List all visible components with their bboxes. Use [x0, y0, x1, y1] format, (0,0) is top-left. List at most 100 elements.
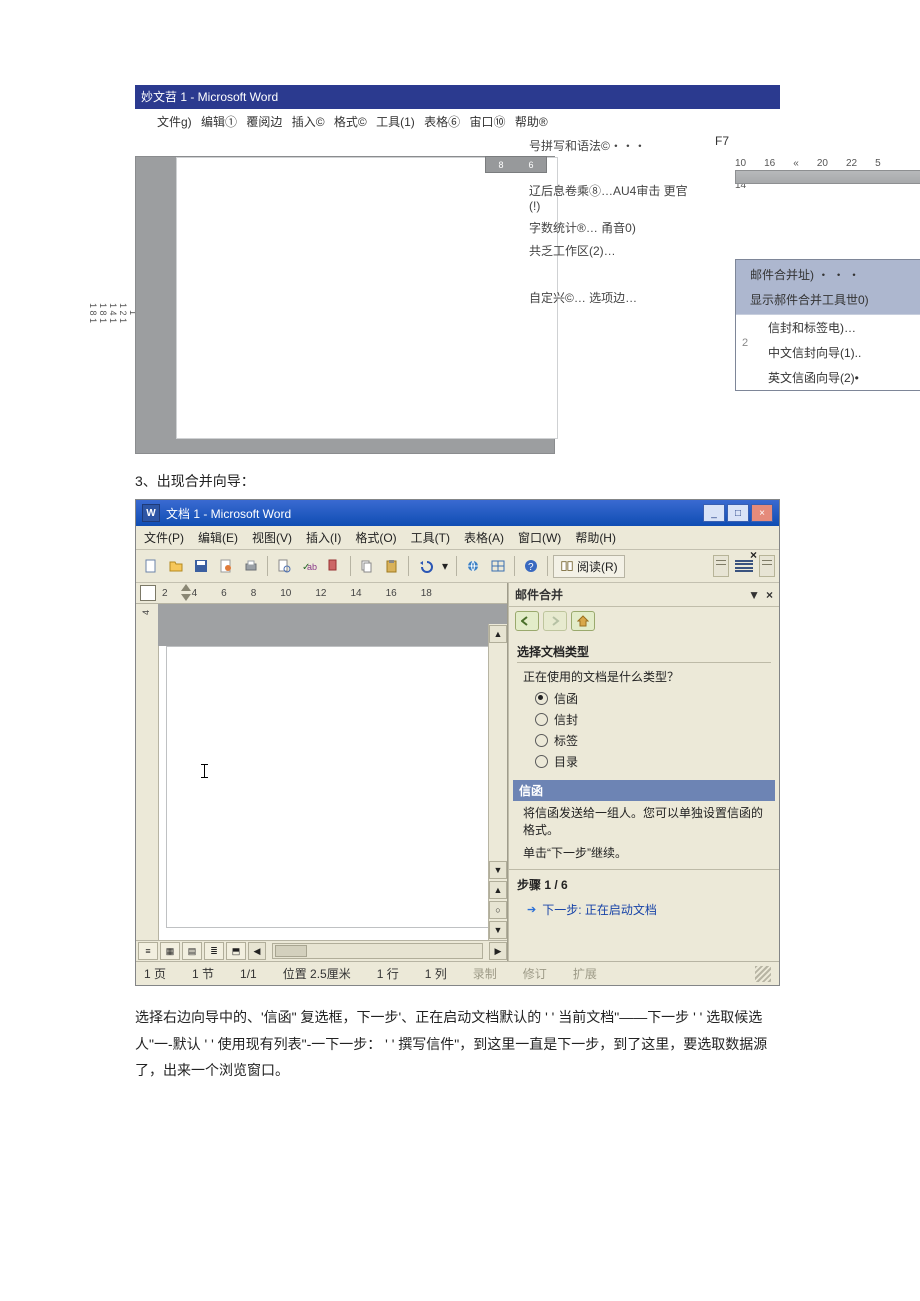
scroll-down-button[interactable]: ▼: [489, 861, 507, 879]
menu-view[interactable]: 视图(V): [252, 529, 292, 546]
new-doc-icon[interactable]: [140, 555, 162, 577]
option-label[interactable]: 标签: [535, 730, 771, 751]
title-bar[interactable]: W 文档 1 - Microsoft Word _ □ ×: [136, 500, 779, 526]
reading-layout-button[interactable]: 阅读(R): [553, 555, 625, 578]
status-column: 1 列: [425, 965, 447, 982]
reading-layout-label: 阅读(R): [577, 558, 618, 575]
document-editor: 2 4 6 8 10 12 14 16 18 4 2 2 4: [136, 583, 508, 961]
menu-help[interactable]: 帮助(H): [575, 529, 616, 546]
undo-icon[interactable]: [414, 555, 436, 577]
print-layout-button[interactable]: ▤: [182, 942, 202, 960]
submenu-show-mailmerge-toolbar[interactable]: 显示郝件合并工具世0): [738, 287, 919, 312]
reading-view-button[interactable]: ⬒: [226, 942, 246, 960]
document-canvas[interactable]: 4 2 2 4 6 ▲ ▼ ▲ ○ ▼: [136, 604, 507, 940]
hscroll-thumb[interactable]: [275, 945, 307, 957]
ruler-bar-right: [735, 170, 920, 184]
vertical-scrollbar[interactable]: ▲ ▼ ▲ ○ ▼: [488, 624, 507, 940]
research-icon[interactable]: [323, 555, 345, 577]
submenu-group-number: 2: [742, 337, 748, 349]
undo-dropdown-icon[interactable]: ▾: [439, 555, 451, 577]
menu-file[interactable]: 文件g): [157, 115, 192, 129]
submenu-envelopes-labels[interactable]: 信封和标签电)…: [756, 315, 920, 340]
indent-marker-icon[interactable]: [181, 584, 191, 601]
submenu-english-letter-wizard[interactable]: 英文信函向导(2)•: [756, 365, 920, 390]
vertical-ruler[interactable]: 4 2 2 4 6: [136, 604, 159, 940]
svg-text:?: ?: [528, 562, 534, 573]
toolbar-options-icon[interactable]: [759, 555, 775, 577]
next-page-button[interactable]: ▼: [489, 921, 507, 939]
nav-home-button[interactable]: [571, 611, 595, 631]
save-icon[interactable]: [190, 555, 212, 577]
wizard-next-link[interactable]: ➔ 下一步: 正在启动文档: [509, 895, 779, 922]
horizontal-ruler[interactable]: 2 4 6 8 10 12 14 16 18: [136, 583, 507, 604]
option-envelope[interactable]: 信封: [535, 709, 771, 730]
paste-icon[interactable]: [381, 555, 403, 577]
tables-borders-icon[interactable]: [487, 555, 509, 577]
nav-forward-button[interactable]: [543, 611, 567, 631]
menu-tools[interactable]: 工具(T): [411, 529, 450, 546]
tab-selector-icon[interactable]: [140, 585, 156, 601]
menu-insert[interactable]: 插入(I): [306, 529, 341, 546]
horizontal-scrollbar[interactable]: [272, 943, 483, 959]
menu-insert[interactable]: 插入©: [292, 115, 325, 129]
option-letter[interactable]: 信函: [535, 688, 771, 709]
radio-icon[interactable]: [535, 734, 548, 747]
tools-wordcount[interactable]: 字数统计®… 甬音0): [525, 216, 695, 239]
submenu-chinese-envelope-wizard[interactable]: 中文信封向导(1)..: [756, 340, 920, 365]
menu-edit[interactable]: 编辑(E): [198, 529, 238, 546]
radio-icon[interactable]: [535, 713, 548, 726]
print-icon[interactable]: [240, 555, 262, 577]
menu-table[interactable]: 表格⑥: [424, 115, 460, 129]
permission-icon[interactable]: [215, 555, 237, 577]
status-page: 1 页: [144, 965, 166, 982]
toolbar-separator: [267, 556, 268, 576]
radio-icon[interactable]: [535, 755, 548, 768]
tools-row2[interactable]: 辽后息卷乘⑧…AU4审击 更官(!): [525, 179, 695, 216]
menu-view[interactable]: 覆阅边: [246, 115, 282, 129]
menu-window[interactable]: 宙口⑩: [469, 115, 505, 129]
tools-shared-workspace[interactable]: 共乏工作区(2)…: [525, 239, 695, 262]
resize-grip-icon[interactable]: [755, 966, 771, 982]
help-icon[interactable]: ?: [520, 555, 542, 577]
tools-spelling[interactable]: 号拼写和语法©‧‧‧: [525, 134, 695, 157]
scroll-up-button[interactable]: ▲: [489, 625, 507, 643]
web-view-button[interactable]: ▦: [160, 942, 180, 960]
browse-object-button[interactable]: ○: [489, 901, 507, 919]
menu-tools[interactable]: 工具(1): [376, 115, 415, 129]
prev-page-button[interactable]: ▲: [489, 881, 507, 899]
print-preview-icon[interactable]: [273, 555, 295, 577]
window-close-button[interactable]: ×: [751, 504, 773, 522]
window-minimize-button[interactable]: _: [703, 504, 725, 522]
spellcheck-icon[interactable]: ✓abc: [298, 555, 320, 577]
option-label: 信函: [554, 690, 578, 707]
hyperlink-icon[interactable]: [462, 555, 484, 577]
nav-back-button[interactable]: [515, 611, 539, 631]
normal-view-button[interactable]: ≡: [138, 942, 158, 960]
menu-help[interactable]: 帮助®: [515, 115, 548, 129]
status-extend: 扩展: [573, 965, 597, 982]
menu-format[interactable]: 格式(O): [355, 529, 396, 546]
hscroll-right-button[interactable]: ▶: [489, 942, 507, 960]
option-directory[interactable]: 目录: [535, 751, 771, 772]
toolbar-separator: [514, 556, 515, 576]
document-close-button[interactable]: ×: [750, 548, 757, 562]
shortcut-f7: F7: [715, 134, 729, 148]
radio-icon[interactable]: [535, 692, 548, 705]
tools-customize-options[interactable]: 自定兴©… 选项边…: [525, 286, 695, 309]
menu-file[interactable]: 文件(P): [144, 529, 184, 546]
hscroll-left-button[interactable]: ◀: [248, 942, 266, 960]
menu-table[interactable]: 表格(A): [464, 529, 504, 546]
menu-edit[interactable]: 编辑①: [201, 115, 237, 129]
menu-format[interactable]: 格式©: [334, 115, 367, 129]
taskpane-close-button[interactable]: ×: [766, 588, 773, 602]
taskpane-dropdown-icon[interactable]: ▼: [748, 588, 760, 602]
outline-view-button[interactable]: ≣: [204, 942, 224, 960]
open-folder-icon[interactable]: [165, 555, 187, 577]
submenu-mail-merge[interactable]: 邮件合并址) ‧ ‧ ‧: [738, 262, 919, 287]
menu-window[interactable]: 窗口(W): [518, 529, 561, 546]
copy-icon[interactable]: [356, 555, 378, 577]
window-maximize-button[interactable]: □: [727, 504, 749, 522]
page[interactable]: [166, 646, 507, 928]
toolbar-separator: [408, 556, 409, 576]
toolbar-options-icon[interactable]: [713, 555, 729, 577]
